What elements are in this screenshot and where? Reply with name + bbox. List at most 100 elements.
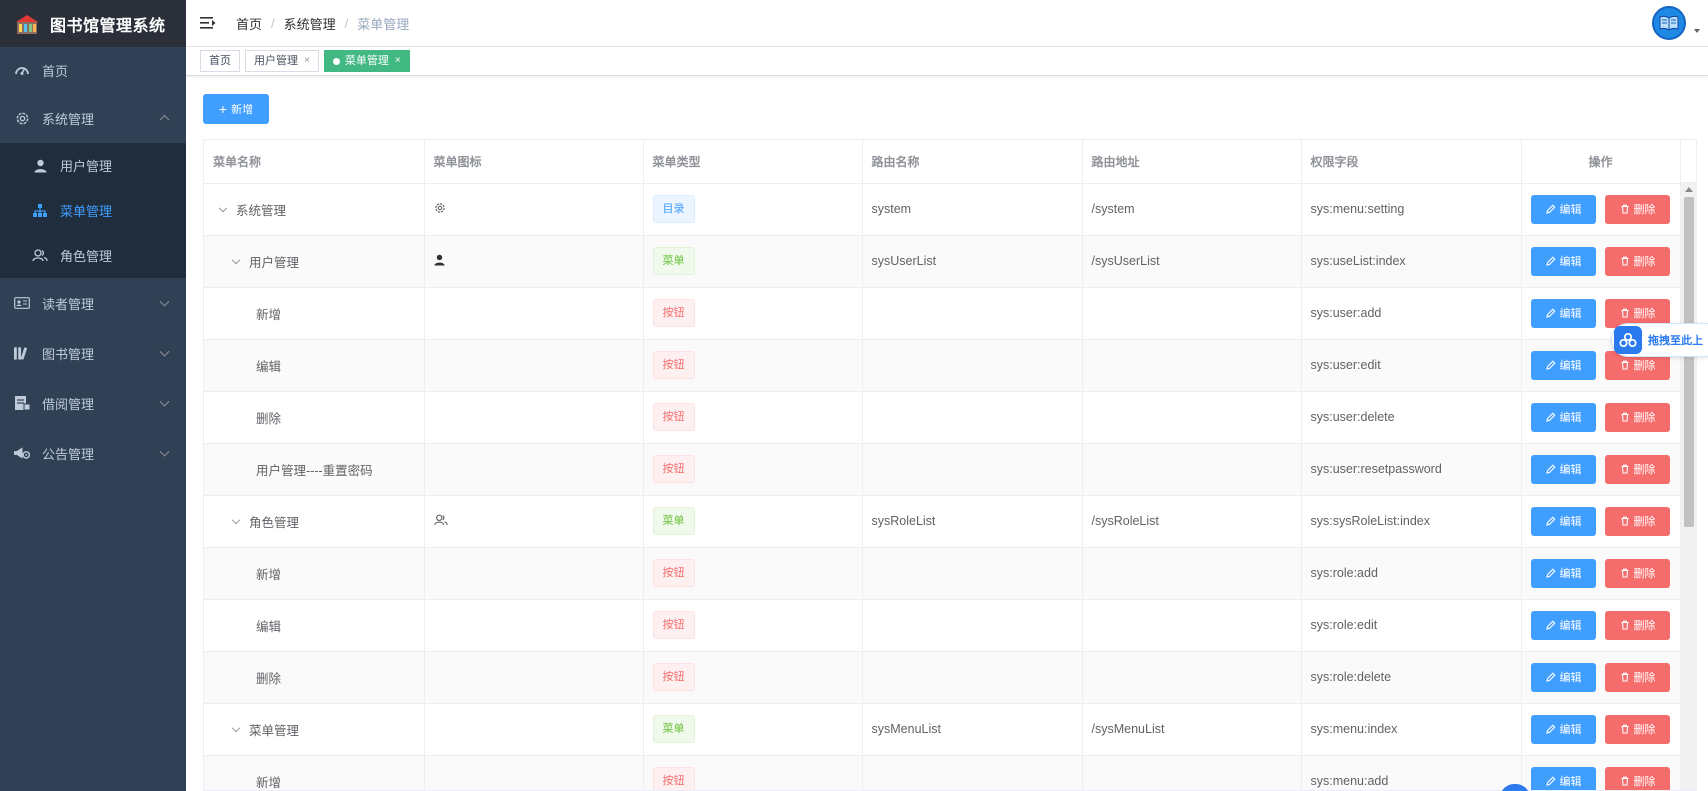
cell-route-path [1082,443,1302,496]
cell-menu-name: 删除 [204,651,425,704]
delete-label: 删除 [1633,672,1656,684]
table-header-row: 菜单名称 菜单图标 菜单类型 路由名称 路由地址 权限字段 操作 [204,140,1681,184]
delete-button[interactable]: 删除 [1605,246,1670,276]
tag-home[interactable]: 首页 [200,50,240,72]
menu-name: 删除 [256,671,282,686]
sidebar-item-home[interactable]: 首页 [0,47,186,93]
logo[interactable]: 图书馆管理系统 [0,0,186,47]
add-menu-button[interactable]: + 新增 [203,94,269,124]
sidebar-item-menus[interactable]: 菜单管理 [0,188,186,233]
sidebar-item-books[interactable]: 图书管理 [0,328,186,378]
sidebar-item-readers[interactable]: 读者管理 [0,278,186,328]
cell-permission: sys:menu:setting [1301,183,1522,236]
edit-label: 编辑 [1559,620,1582,632]
scrollbar-thumb[interactable] [1684,197,1694,527]
tree-expand-icon[interactable] [231,724,241,733]
delete-button[interactable]: 删除 [1605,714,1670,744]
close-icon[interactable]: × [395,51,401,71]
hamburger-icon[interactable] [200,15,216,31]
cell-menu-icon [424,443,644,496]
column-header: 菜单图标 [424,140,644,184]
delete-button[interactable]: 删除 [1605,194,1670,224]
tree-expand-icon[interactable] [231,256,241,265]
sidebar-item-roles[interactable]: 角色管理 [0,233,186,278]
delete-button[interactable]: 删除 [1605,558,1670,588]
breadcrumb-system[interactable]: 系统管理 [284,14,336,33]
delete-label: 删除 [1633,360,1656,372]
edit-button[interactable]: 编辑 [1531,662,1596,692]
cell-menu-icon [424,599,644,652]
cell-menu-icon [424,287,644,340]
cell-menu-type: 按钮 [643,339,863,392]
table-row: 编辑 按钮 sys:user:edit 编辑 删除 [204,339,1681,392]
close-icon[interactable]: × [304,51,310,71]
breadcrumb-home[interactable]: 首页 [236,14,262,33]
trash-icon [1621,516,1628,526]
edit-button[interactable]: 编辑 [1531,558,1596,588]
cell-actions: 编辑 删除 [1521,703,1681,756]
sidebar-item-users[interactable]: 用户管理 [0,143,186,188]
edit-label: 编辑 [1559,412,1582,424]
table-row: 菜单管理 菜单 sysMenuList/sysMenuList sys:menu:in… [204,703,1681,756]
breadcrumb-current: 菜单管理 [357,16,410,32]
menu-type-tag: 按钮 [652,767,695,790]
edit-icon [1545,724,1555,734]
sidebar-item-borrow[interactable]: 借阅管理 [0,378,186,428]
delete-label: 删除 [1633,620,1656,632]
chevron-down-icon [159,346,170,357]
menu-name: 编辑 [256,359,282,374]
delete-label: 删除 [1633,204,1656,216]
cell-actions: 编辑 删除 [1521,443,1681,496]
cell-menu-icon [424,235,644,288]
cell-menu-name: 角色管理 [204,495,425,548]
delete-button[interactable]: 删除 [1605,454,1670,484]
trash-icon [1621,360,1628,370]
trash-icon [1621,412,1628,422]
table-row: 系统管理 目录 system/system sys:menu:setting 编辑 删除 [204,183,1681,236]
edit-button[interactable]: 编辑 [1531,610,1596,640]
tag-label: 菜单管理 [344,55,389,67]
edit-button[interactable]: 编辑 [1531,714,1596,744]
sidebar-item-notices[interactable]: 公告管理 [0,428,186,478]
edit-button[interactable]: 编辑 [1531,246,1596,276]
tree-expand-icon[interactable] [218,204,228,213]
tag-users[interactable]: 用户管理 × [245,50,319,72]
cell-permission: sys:user:add [1301,287,1522,340]
cell-menu-name: 新增 [204,287,425,340]
edit-button[interactable]: 编辑 [1531,454,1596,484]
edit-icon [1545,516,1555,526]
cell-menu-type: 按钮 [643,651,863,704]
edit-icon [1545,412,1555,422]
scroll-up-arrow-icon[interactable] [1685,187,1693,192]
delete-button[interactable]: 删除 [1605,610,1670,640]
delete-button[interactable]: 删除 [1605,402,1670,432]
vertical-scrollbar[interactable] [1680,183,1696,790]
edit-button[interactable]: 编辑 [1531,194,1596,224]
caret-down-icon[interactable] [1694,29,1700,33]
delete-button[interactable]: 删除 [1605,662,1670,692]
cloud-link-icon [1614,326,1642,354]
cell-menu-type: 按钮 [643,547,863,600]
edit-button[interactable]: 编辑 [1531,402,1596,432]
cell-menu-type: 按钮 [643,391,863,444]
sidebar-item-system[interactable]: 系统管理 [0,93,186,143]
edit-button[interactable]: 编辑 [1531,766,1596,790]
app-title: 图书馆管理系统 [50,17,166,35]
active-dot [332,57,340,65]
user-icon [32,158,48,174]
trash-icon [1621,724,1628,734]
cell-route-name: sysUserList [862,235,1083,288]
header-gutter [1680,140,1696,183]
avatar[interactable] [1652,6,1686,40]
edit-button[interactable]: 编辑 [1531,506,1596,536]
edit-button[interactable]: 编辑 [1531,298,1596,328]
drag-upload-widget[interactable]: 拖拽至此上 [1611,323,1708,357]
edit-button[interactable]: 编辑 [1531,350,1596,380]
tree-expand-icon[interactable] [231,516,241,525]
delete-button[interactable]: 删除 [1605,506,1670,536]
cell-route-name: sysRoleList [862,495,1083,548]
tag-menus[interactable]: 菜单管理 × [323,50,410,72]
cell-menu-icon [424,339,644,392]
cell-permission: sys:useList:index [1301,235,1522,288]
delete-button[interactable]: 删除 [1605,766,1670,790]
